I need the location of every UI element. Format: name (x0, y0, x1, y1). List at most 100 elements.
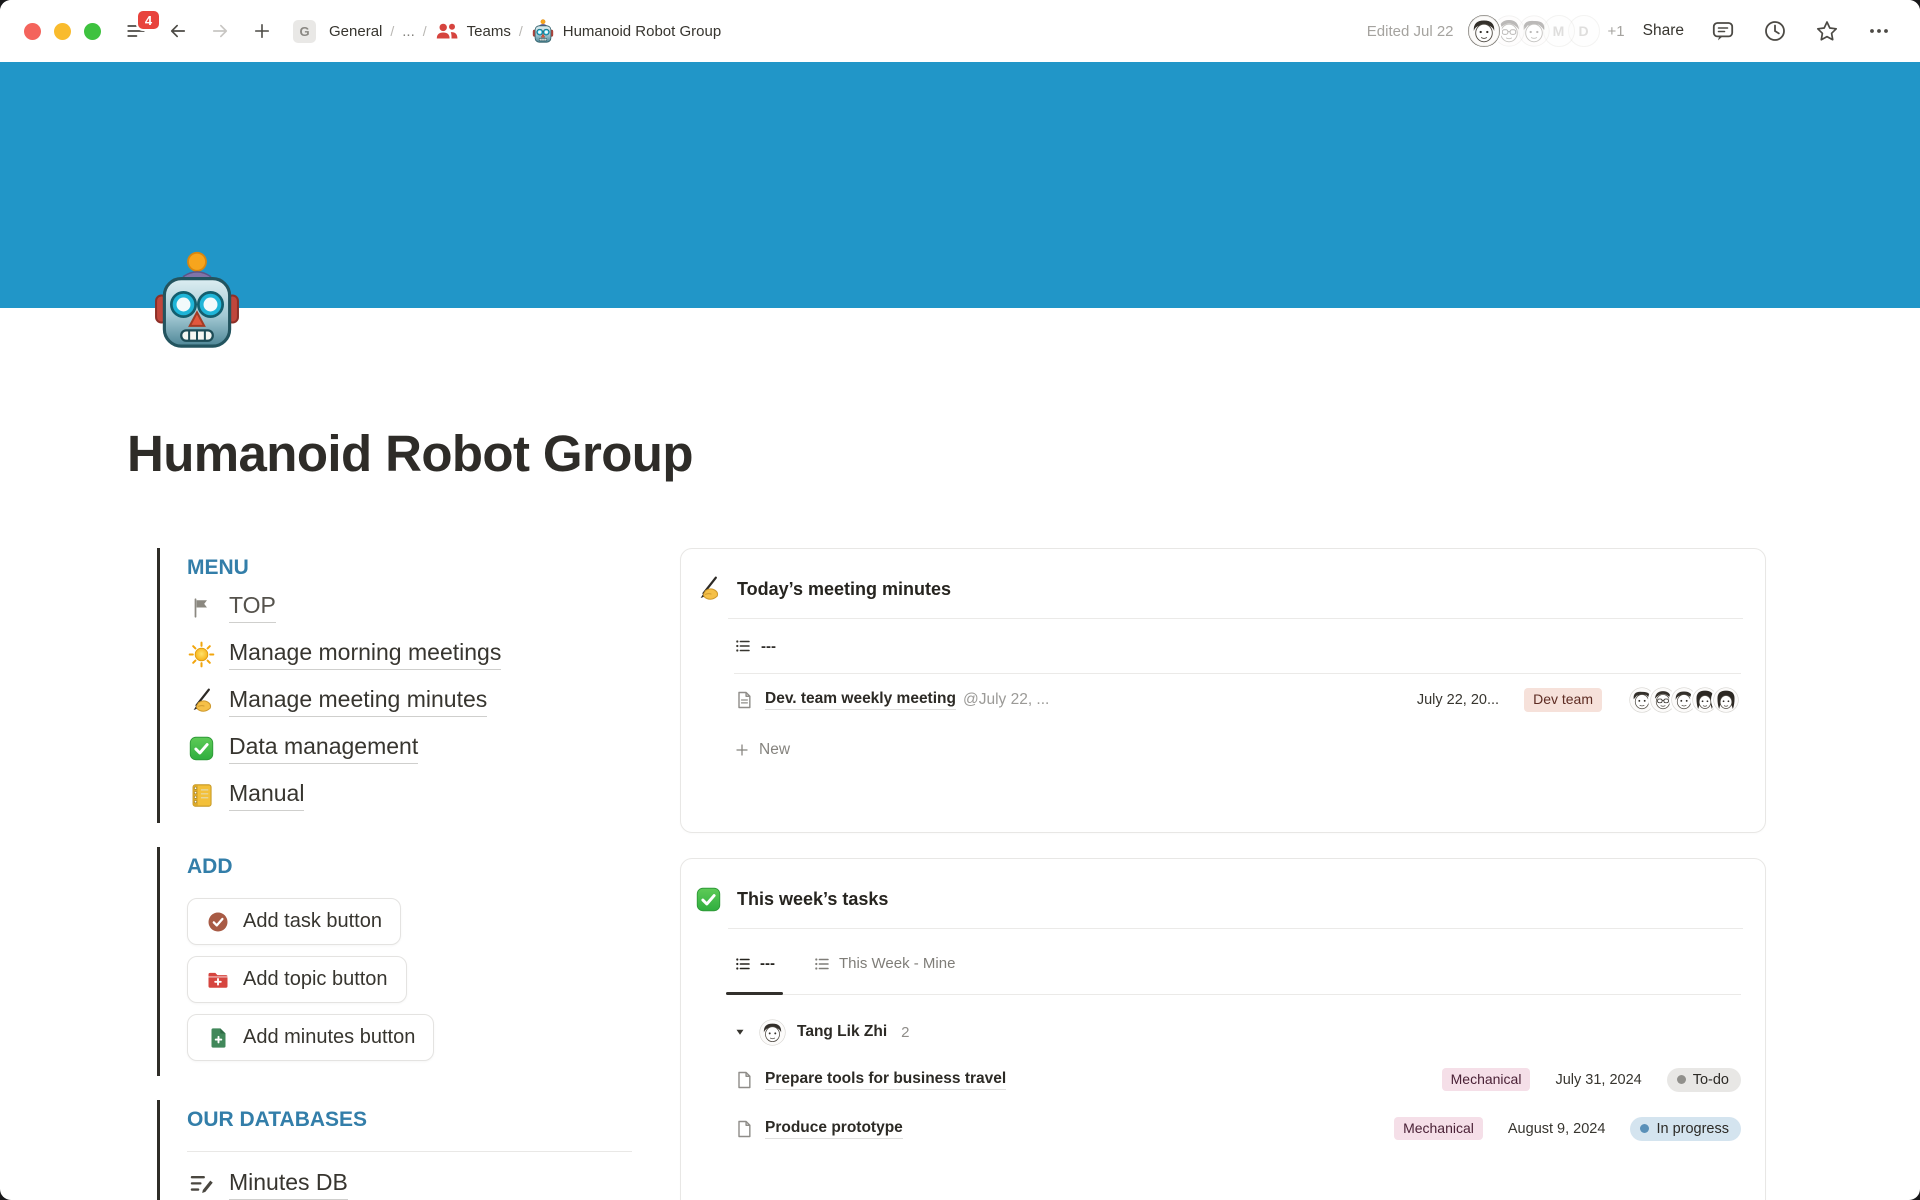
view-tab-this-week-mine[interactable]: This Week - Mine (805, 933, 963, 994)
view-tab-label: --- (761, 638, 776, 655)
page-cover (0, 62, 1920, 308)
menu-link-manual[interactable]: Manual (187, 772, 632, 819)
breadcrumb-teamspace[interactable]: General (325, 20, 386, 43)
database-view-tab[interactable]: --- (734, 619, 1741, 674)
breadcrumb-separator: / (519, 23, 523, 39)
new-row-button[interactable]: New (734, 726, 1741, 774)
folder-plus-icon (206, 968, 230, 992)
people-icon (435, 19, 459, 43)
tasks-card-title: This week’s tasks (737, 889, 888, 910)
updates-button[interactable] (1760, 16, 1790, 46)
page-title[interactable]: Humanoid Robot Group (127, 424, 693, 483)
ellipsis-icon (1867, 19, 1891, 43)
menu-link-top[interactable]: TOP (187, 584, 632, 631)
add-topic-button[interactable]: Add topic button (187, 956, 407, 1003)
collaborator-avatars[interactable]: M D (1468, 15, 1600, 47)
group-name: Tang Lik Zhi (797, 1023, 887, 1041)
menu-link-label: TOP (229, 592, 276, 623)
menu-link-label: Manage meeting minutes (229, 686, 487, 717)
avatar[interactable] (1468, 15, 1500, 47)
menu-link-minutes-db[interactable]: Minutes DB (187, 1161, 632, 1200)
assignee-avatar (759, 1019, 786, 1046)
category-tag[interactable]: Mechanical (1394, 1117, 1483, 1141)
list-view-icon (813, 955, 831, 973)
status-pill-todo[interactable]: To-do (1667, 1068, 1741, 1092)
breadcrumb-page[interactable]: Humanoid Robot Group (527, 16, 725, 46)
status-pill-in-progress[interactable]: In progress (1630, 1117, 1741, 1141)
face-avatar-icon (1711, 685, 1741, 715)
status-dot (1677, 1075, 1686, 1084)
face-avatar-icon (1468, 15, 1500, 47)
file-plus-icon (206, 1026, 230, 1050)
minimize-window-button[interactable] (54, 23, 71, 40)
disclosure-triangle-icon[interactable] (734, 1026, 746, 1038)
view-tab-label: This Week - Mine (839, 955, 955, 972)
task-title[interactable]: Produce prototype (765, 1119, 903, 1139)
notion-window: 4 G General / ... / Teams / Humanoid Rob… (0, 0, 1920, 1200)
menu-link-data-management[interactable]: Data management (187, 725, 632, 772)
status-dot (1640, 1124, 1649, 1133)
task-row[interactable]: Produce prototype Mechanical August 9, 2… (734, 1104, 1741, 1153)
group-count: 2 (901, 1024, 909, 1041)
new-tab-button[interactable] (247, 16, 277, 46)
sidebar-toggle-button[interactable]: 4 (121, 16, 151, 46)
task-title[interactable]: Prepare tools for business travel (765, 1070, 1006, 1090)
menu-heading: MENU (187, 552, 632, 584)
divider (187, 1151, 632, 1152)
add-task-button-label: Add task button (243, 910, 382, 933)
flag-icon (187, 597, 215, 619)
add-minutes-button[interactable]: Add minutes button (187, 1014, 434, 1061)
fullscreen-window-button[interactable] (84, 23, 101, 40)
avatar-overflow-count[interactable]: +1 (1608, 23, 1625, 40)
close-window-button[interactable] (24, 23, 41, 40)
group-header-row: Tang Lik Zhi 2 (734, 1009, 1741, 1055)
back-button[interactable] (163, 16, 193, 46)
add-minutes-button-label: Add minutes button (243, 1026, 415, 1049)
due-date[interactable]: August 9, 2024 (1508, 1121, 1606, 1137)
add-heading: ADD (187, 851, 632, 883)
add-task-button[interactable]: Add task button (187, 898, 401, 945)
databases-heading: OUR DATABASES (187, 1104, 632, 1136)
comment-bubble-icon (1711, 19, 1735, 43)
arrow-right-icon (210, 21, 230, 41)
traffic-lights (24, 23, 101, 40)
favorite-button[interactable] (1812, 16, 1842, 46)
add-topic-button-label: Add topic button (243, 968, 388, 991)
meeting-row[interactable]: Dev. team weekly meeting @July 22, ... J… (734, 674, 1741, 726)
minutes-card-title: Today’s meeting minutes (737, 579, 951, 600)
clock-icon (1763, 19, 1787, 43)
view-tab-label: --- (760, 955, 775, 972)
meeting-date[interactable]: July 22, 20... (1417, 692, 1499, 708)
task-row[interactable]: Prepare tools for business travel Mechan… (734, 1055, 1741, 1104)
status-label: To-do (1693, 1072, 1729, 1088)
view-tab-default[interactable]: --- (726, 933, 783, 994)
writing-hand-icon (695, 576, 722, 603)
breadcrumb-page-label: Humanoid Robot Group (563, 23, 721, 40)
page-icon-robot[interactable] (152, 250, 242, 350)
robot-icon (531, 19, 555, 43)
breadcrumb-collapsed[interactable]: ... (398, 20, 419, 43)
plus-icon (252, 21, 272, 41)
forward-button[interactable] (205, 16, 235, 46)
check-mark-icon (695, 886, 722, 913)
databases-section: OUR DATABASES Minutes DB (157, 1100, 632, 1200)
menu-link-label: Minutes DB (229, 1169, 348, 1200)
titlebar-right-controls: Edited Jul 22 M D +1 Share (1367, 0, 1894, 62)
page-icon (734, 690, 754, 710)
teamspace-avatar[interactable]: G (293, 20, 316, 43)
meeting-title[interactable]: Dev. team weekly meeting (765, 690, 956, 710)
window-titlebar: 4 G General / ... / Teams / Humanoid Rob… (0, 0, 1920, 62)
status-label: In progress (1656, 1121, 1729, 1137)
comments-button[interactable] (1708, 16, 1738, 46)
menu-link-morning-meetings[interactable]: Manage morning meetings (187, 631, 632, 678)
breadcrumb-teams[interactable]: Teams (431, 16, 515, 46)
more-options-button[interactable] (1864, 16, 1894, 46)
participant-avatars[interactable] (1627, 685, 1741, 715)
weekly-tasks-card: This week’s tasks --- This Week - Mine T… (680, 858, 1766, 1200)
menu-link-meeting-minutes[interactable]: Manage meeting minutes (187, 678, 632, 725)
notification-badge: 4 (136, 9, 161, 31)
share-button[interactable]: Share (1643, 22, 1684, 40)
category-tag[interactable]: Mechanical (1442, 1068, 1531, 1092)
due-date[interactable]: July 31, 2024 (1555, 1072, 1641, 1088)
team-tag[interactable]: Dev team (1524, 688, 1602, 712)
